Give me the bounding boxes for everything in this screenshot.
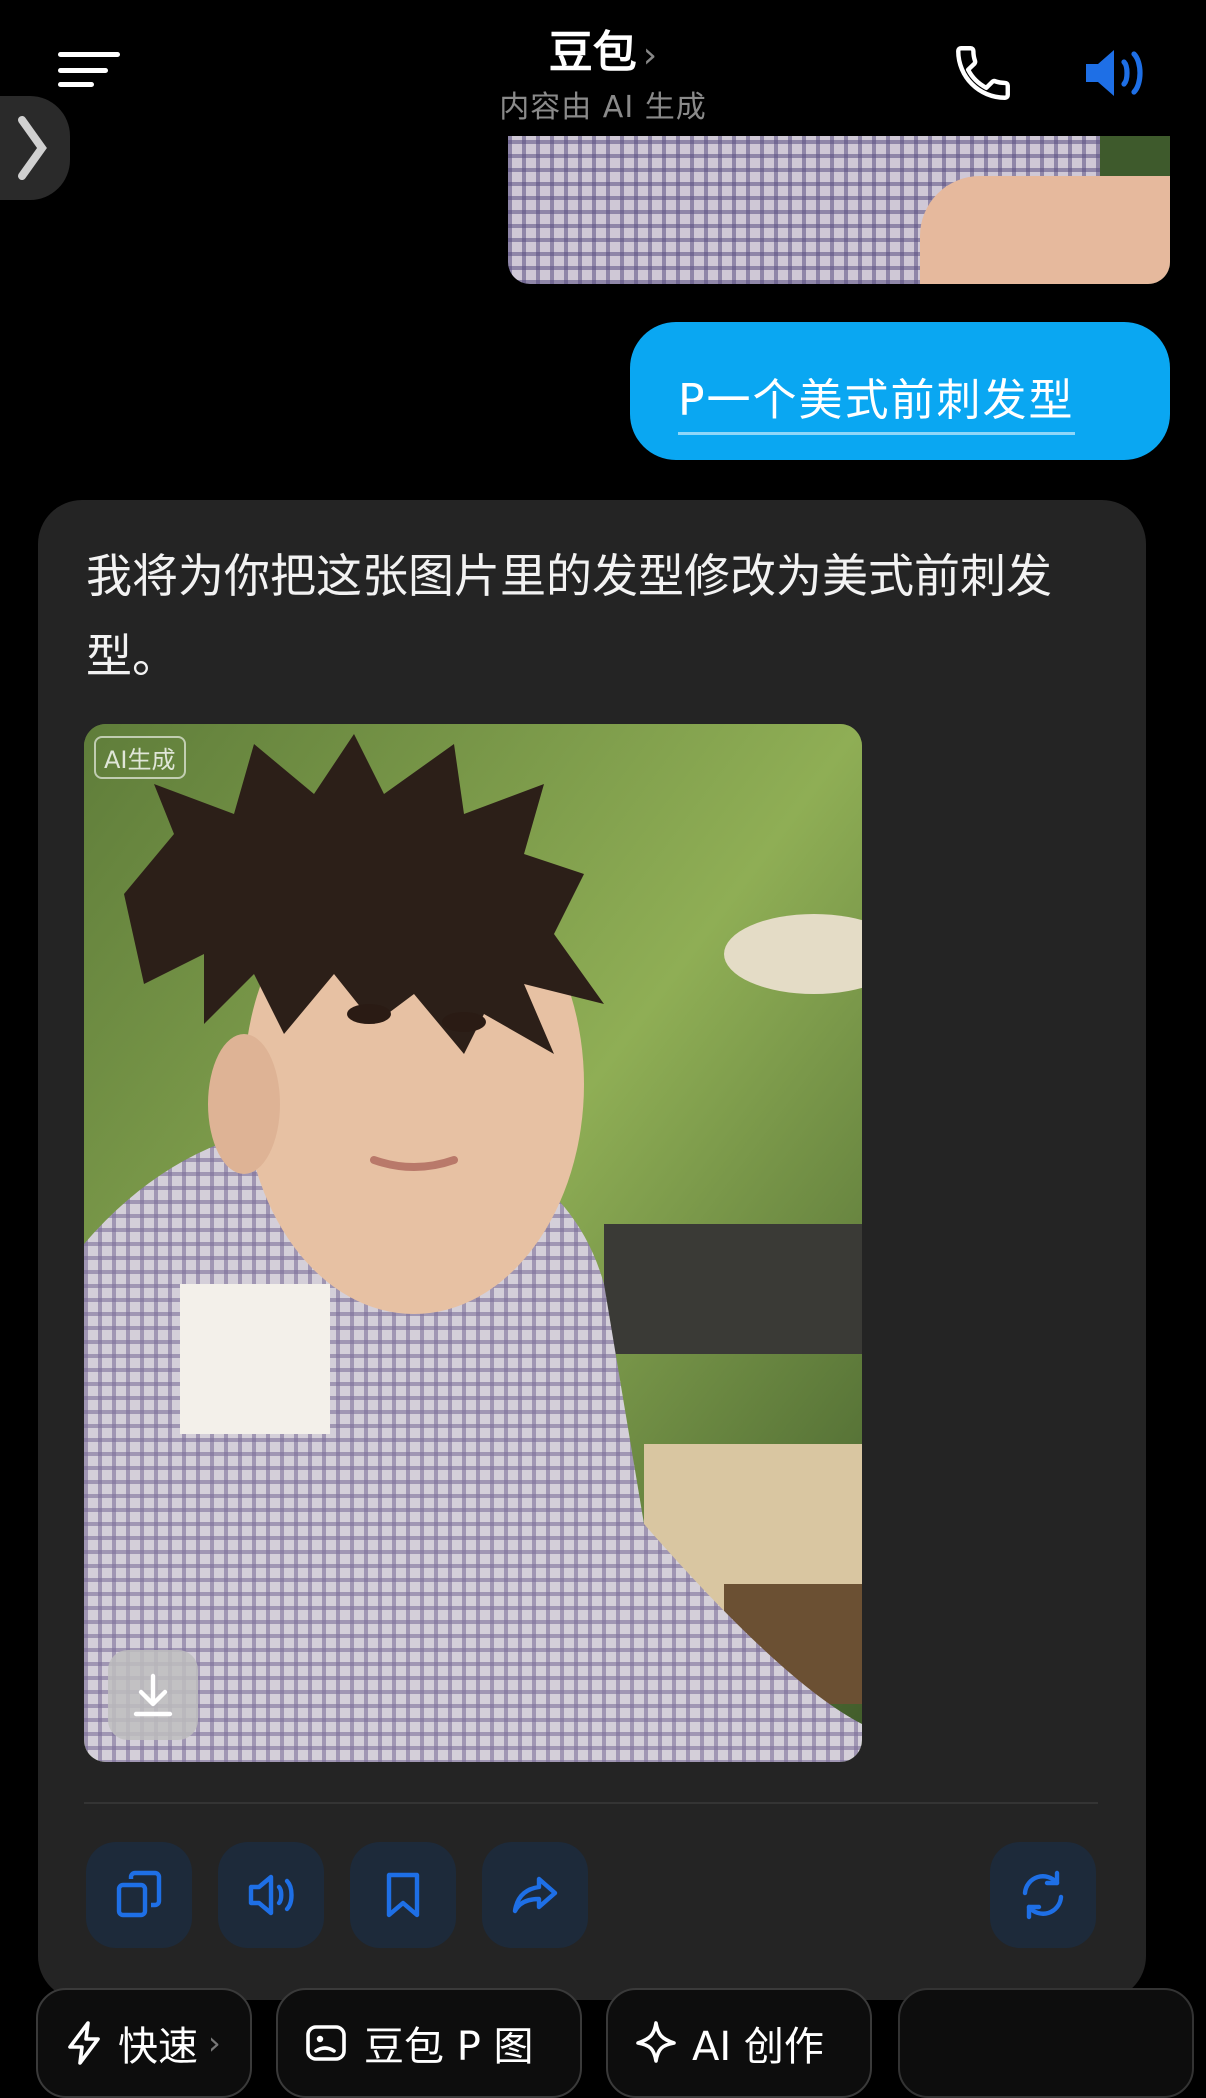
chip-more[interactable] [898, 1988, 1194, 2098]
chat-title[interactable]: 豆包 › [0, 16, 1206, 80]
chevron-right-icon: › [642, 35, 658, 76]
speaker-icon [248, 1874, 294, 1916]
chip-fast-mode[interactable]: 快速 › [36, 1988, 252, 2098]
chip-ai-create[interactable]: AI 创作 [606, 1988, 872, 2098]
regenerate-button[interactable] [990, 1842, 1096, 1948]
chip-label: AI 创作 [692, 2024, 824, 2070]
side-panel-toggle[interactable] [0, 96, 70, 200]
copy-button[interactable] [86, 1842, 192, 1948]
bookmark-button[interactable] [350, 1842, 456, 1948]
chat-title-text: 豆包 [548, 27, 637, 78]
copy-icon [116, 1870, 162, 1918]
speaker-icon[interactable] [1080, 42, 1152, 104]
ai-message-text: 我将为你把这张图片里的发型修改为美式前刺发型。 [86, 549, 1052, 683]
read-aloud-button[interactable] [218, 1842, 324, 1948]
generated-photo[interactable]: AI生成 [84, 724, 862, 1762]
chevron-right-icon: › [208, 2024, 221, 2062]
share-icon [512, 1876, 558, 1914]
bookmark-icon [386, 1872, 420, 1918]
chip-label: 快速 [118, 2024, 198, 2070]
phone-icon[interactable] [950, 40, 1016, 106]
chevron-right-icon [18, 116, 47, 180]
download-icon [133, 1673, 173, 1717]
share-button[interactable] [482, 1842, 588, 1948]
ai-generated-badge: AI生成 [94, 736, 186, 779]
sparkle-icon [636, 2021, 676, 2063]
divider [84, 1802, 1098, 1804]
lightning-icon [68, 2021, 100, 2065]
user-message-text: P一个美式前刺发型 [678, 364, 1075, 435]
chip-label: 豆包 P 图 [364, 2024, 534, 2070]
ai-generated-notice: 内容由 AI 生成 [499, 90, 707, 125]
previous-photo[interactable] [508, 136, 1170, 284]
download-button[interactable] [108, 1650, 198, 1740]
chip-image-edit[interactable]: 豆包 P 图 [276, 1988, 582, 2098]
user-message-bubble[interactable]: P一个美式前刺发型 [630, 322, 1170, 460]
image-edit-icon [306, 2025, 346, 2061]
regenerate-icon [1022, 1870, 1064, 1920]
